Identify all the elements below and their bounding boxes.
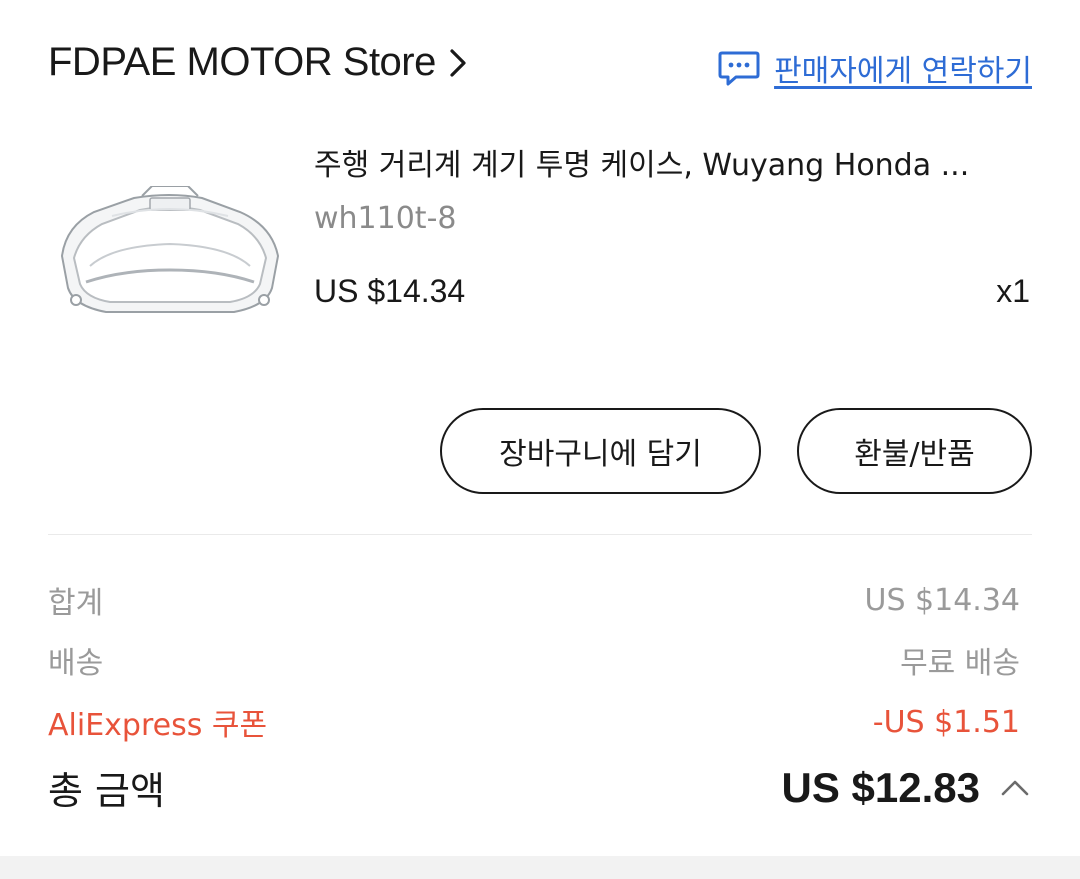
total-row[interactable]: 총 금액 US $12.83 [48, 760, 1030, 815]
coupon-label: AliExpress 쿠폰 [48, 708, 268, 743]
contact-seller-link[interactable]: 판매자에게 연락하기 [718, 46, 1032, 90]
chevron-right-icon [450, 48, 466, 77]
contact-seller-label: 판매자에게 연락하기 [774, 54, 1032, 89]
total-value: US $12.83 [781, 763, 980, 811]
product-variant: wh110t-8 [314, 201, 457, 236]
store-name: FDPAE MOTOR Store [48, 40, 436, 84]
total-label: 총 금액 [48, 769, 165, 813]
shipping-row: 배송 무료 배송 [48, 638, 1020, 682]
coupon-row: AliExpress 쿠폰 -US $1.51 [48, 700, 1020, 744]
order-screen: FDPAE MOTOR Store 판매자에게 연락하기 주행 거리계 계기 투… [0, 0, 1080, 879]
divider [48, 534, 1032, 535]
product-image[interactable] [52, 185, 288, 322]
chevron-up-icon[interactable] [1000, 778, 1030, 798]
add-to-cart-button[interactable]: 장바구니에 담기 [440, 408, 761, 494]
store-link[interactable]: FDPAE MOTOR Store [48, 40, 468, 85]
product-title[interactable]: 주행 거리계 계기 투명 케이스, Wuyang Honda ... [314, 140, 1014, 184]
subtotal-value: US $14.34 [864, 582, 1020, 618]
shipping-value: 무료 배송 [900, 646, 1020, 681]
product-price: US $14.34 [314, 273, 466, 309]
product-quantity: x1 [996, 273, 1030, 309]
shipping-label: 배송 [48, 646, 104, 681]
coupon-value: -US $1.51 [872, 704, 1020, 740]
refund-return-button[interactable]: 환불/반품 [797, 408, 1032, 494]
subtotal-label: 합계 [48, 586, 104, 621]
bottom-bar [0, 856, 1080, 879]
subtotal-row: 합계 US $14.34 [48, 578, 1020, 622]
chat-bubble-icon [718, 51, 760, 86]
